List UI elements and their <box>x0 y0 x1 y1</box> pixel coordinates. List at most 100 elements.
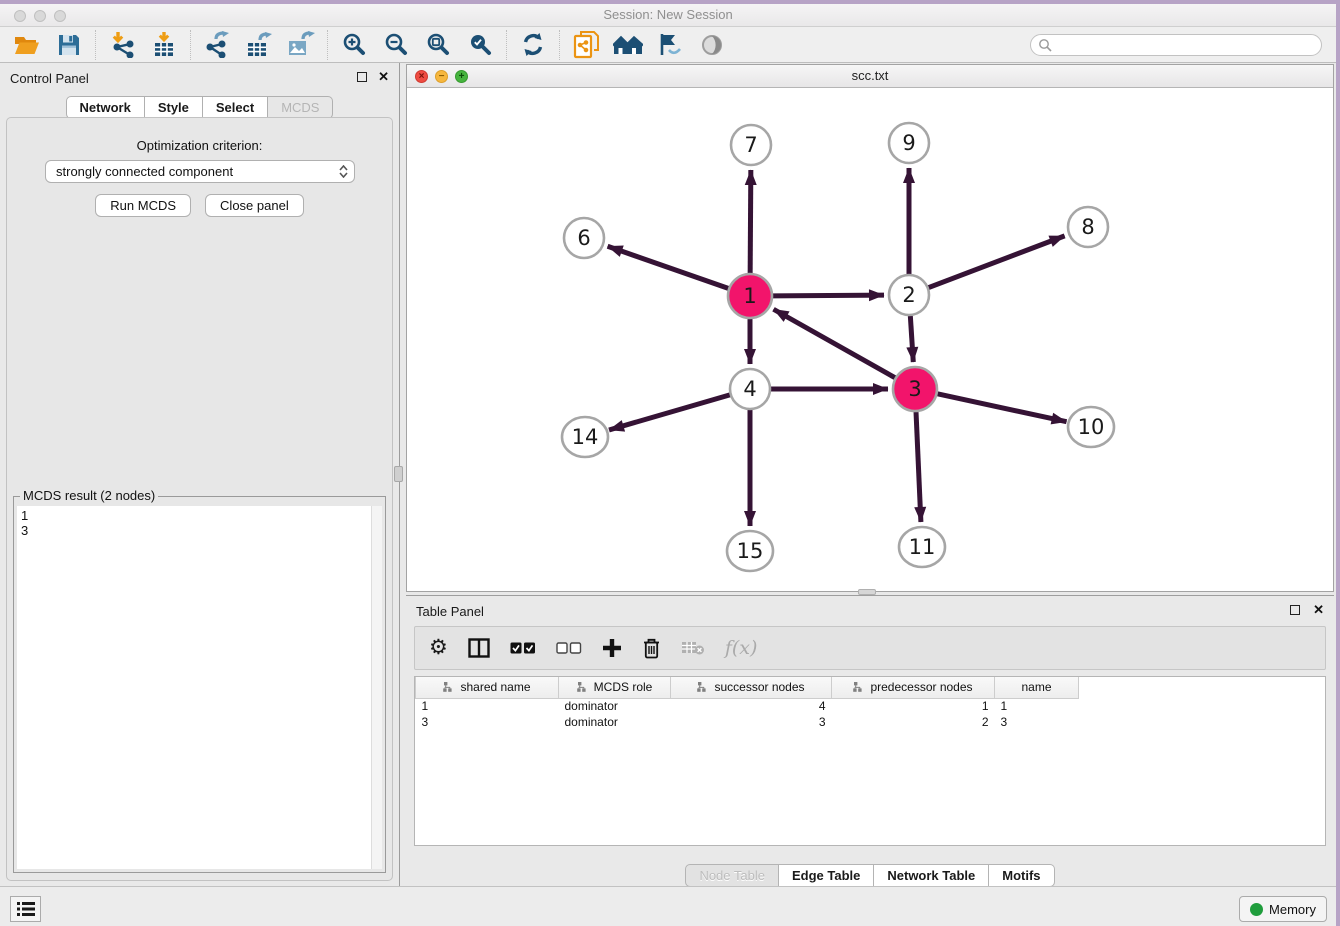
edge-4-14[interactable] <box>609 395 730 430</box>
column-header-predecessor-nodes[interactable]: predecessor nodes <box>832 677 995 698</box>
graph-node-11[interactable]: 11 <box>899 527 945 567</box>
network-close-button[interactable]: × <box>415 70 428 83</box>
birds-eye-view-icon[interactable] <box>691 29 733 61</box>
edge-2-3[interactable] <box>910 316 913 362</box>
minimize-window-button[interactable] <box>34 10 46 22</box>
zoom-out-icon[interactable] <box>375 29 417 61</box>
graph-node-7[interactable]: 7 <box>731 125 771 165</box>
edge-3-10[interactable] <box>937 394 1066 422</box>
graph-node-3[interactable]: 3 <box>893 367 937 411</box>
memory-button[interactable]: Memory <box>1239 896 1327 922</box>
float-panel-icon[interactable] <box>357 72 367 82</box>
graph-node-15[interactable]: 15 <box>727 531 773 571</box>
table-cell[interactable]: 3 <box>671 714 832 730</box>
node-table-grid[interactable]: shared nameMCDS rolesuccessor nodesprede… <box>415 677 1079 730</box>
home-icon[interactable] <box>607 29 649 61</box>
edge-3-1[interactable] <box>774 309 895 377</box>
export-network-icon[interactable] <box>196 29 238 61</box>
task-history-button[interactable] <box>10 896 41 922</box>
table-cell[interactable]: 1 <box>832 698 995 714</box>
graph-node-1[interactable]: 1 <box>728 274 772 318</box>
table-cell[interactable]: 3 <box>995 714 1079 730</box>
network-graph[interactable]: 7 9 6 8 1 2 4 3 14 10 15 11 <box>407 88 1333 591</box>
graph-node-10[interactable]: 10 <box>1068 407 1114 447</box>
network-window-titlebar: × − + scc.txt <box>407 65 1333 88</box>
graph-node-4[interactable]: 4 <box>730 369 770 409</box>
table-cell[interactable]: dominator <box>559 714 671 730</box>
edge-1-2[interactable] <box>773 295 884 296</box>
edge-3-11[interactable] <box>916 412 921 522</box>
run-mcds-button[interactable]: Run MCDS <box>95 194 191 217</box>
zoom-window-button[interactable] <box>54 10 66 22</box>
graph-node-14[interactable]: 14 <box>562 417 608 457</box>
column-header-name[interactable]: name <box>995 677 1079 698</box>
column-header-shared-name[interactable]: shared name <box>416 677 559 698</box>
table-tab-motifs[interactable]: Motifs <box>989 864 1054 887</box>
control-panel: Control Panel ✕ NetworkStyleSelectMCDS O… <box>0 63 400 886</box>
table-cell[interactable]: dominator <box>559 698 671 714</box>
show-all-columns-icon[interactable] <box>510 633 536 663</box>
close-table-panel-icon[interactable]: ✕ <box>1313 602 1324 618</box>
graph-node-9[interactable]: 9 <box>889 123 929 163</box>
split-columns-icon[interactable] <box>468 633 490 663</box>
graph-node-2[interactable]: 2 <box>889 275 929 315</box>
graph-node-8[interactable]: 8 <box>1068 207 1108 247</box>
vertical-splitter-grip[interactable] <box>394 466 403 482</box>
edge-1-7[interactable] <box>750 170 751 273</box>
svg-text:4: 4 <box>743 377 756 401</box>
select-stepper-icon <box>339 165 348 178</box>
import-network-icon[interactable] <box>101 29 143 61</box>
control-tab-style[interactable]: Style <box>145 96 203 119</box>
control-tab-mcds[interactable]: MCDS <box>268 96 333 119</box>
table-settings-icon[interactable]: ⚙ <box>429 633 448 663</box>
float-table-panel-icon[interactable] <box>1290 605 1300 615</box>
save-session-icon[interactable] <box>48 29 90 61</box>
hide-all-columns-icon[interactable] <box>556 633 582 663</box>
result-scrollbar[interactable] <box>371 506 382 869</box>
edge-2-8[interactable] <box>929 236 1065 288</box>
table-cell[interactable]: 2 <box>832 714 995 730</box>
table-cell[interactable]: 4 <box>671 698 832 714</box>
search-input[interactable] <box>1052 36 1321 54</box>
apply-layout-icon[interactable] <box>512 29 554 61</box>
edge-1-6[interactable] <box>608 246 729 288</box>
table-tab-node-table[interactable]: Node Table <box>685 864 779 887</box>
network-minimize-button[interactable]: − <box>435 70 448 83</box>
import-table-icon[interactable] <box>143 29 185 61</box>
open-file-icon[interactable] <box>6 29 48 61</box>
mcds-result-text[interactable]: 1 3 <box>17 506 371 869</box>
graphics-details-icon[interactable] <box>649 29 691 61</box>
table-cell[interactable]: 3 <box>416 714 559 730</box>
zoom-selected-icon[interactable] <box>459 29 501 61</box>
node-table: shared nameMCDS rolesuccessor nodesprede… <box>414 676 1326 846</box>
window-controls <box>14 10 66 22</box>
close-panel-icon[interactable]: ✕ <box>378 69 389 85</box>
zoom-in-icon[interactable] <box>333 29 375 61</box>
control-tab-network[interactable]: Network <box>66 96 145 119</box>
table-cell[interactable]: 1 <box>416 698 559 714</box>
table-row[interactable]: 3dominator323 <box>416 714 1079 730</box>
main-toolbar <box>0 27 1336 63</box>
control-tab-select[interactable]: Select <box>203 96 268 119</box>
close-window-button[interactable] <box>14 10 26 22</box>
toolbar-separator <box>95 30 96 60</box>
table-cell[interactable]: 1 <box>995 698 1079 714</box>
table-row[interactable]: 1dominator411 <box>416 698 1079 714</box>
column-header-successor-nodes[interactable]: successor nodes <box>671 677 832 698</box>
column-header-MCDS-role[interactable]: MCDS role <box>559 677 671 698</box>
svg-text:8: 8 <box>1081 215 1094 239</box>
graph-node-6[interactable]: 6 <box>564 218 604 258</box>
close-panel-button[interactable]: Close panel <box>205 194 304 217</box>
export-image-icon[interactable] <box>280 29 322 61</box>
clone-network-icon[interactable] <box>565 29 607 61</box>
table-tab-network-table[interactable]: Network Table <box>874 864 989 887</box>
zoom-fit-icon[interactable] <box>417 29 459 61</box>
network-maximize-button[interactable]: + <box>455 70 468 83</box>
table-tab-edge-table[interactable]: Edge Table <box>779 864 874 887</box>
delete-column-icon[interactable] <box>642 633 661 663</box>
criterion-select[interactable]: strongly connected component <box>45 160 355 183</box>
network-canvas[interactable]: 7 9 6 8 1 2 4 3 14 10 15 11 <box>407 88 1333 591</box>
add-column-icon[interactable] <box>602 633 622 663</box>
export-table-icon[interactable] <box>238 29 280 61</box>
status-bar: Memory <box>0 886 1336 926</box>
